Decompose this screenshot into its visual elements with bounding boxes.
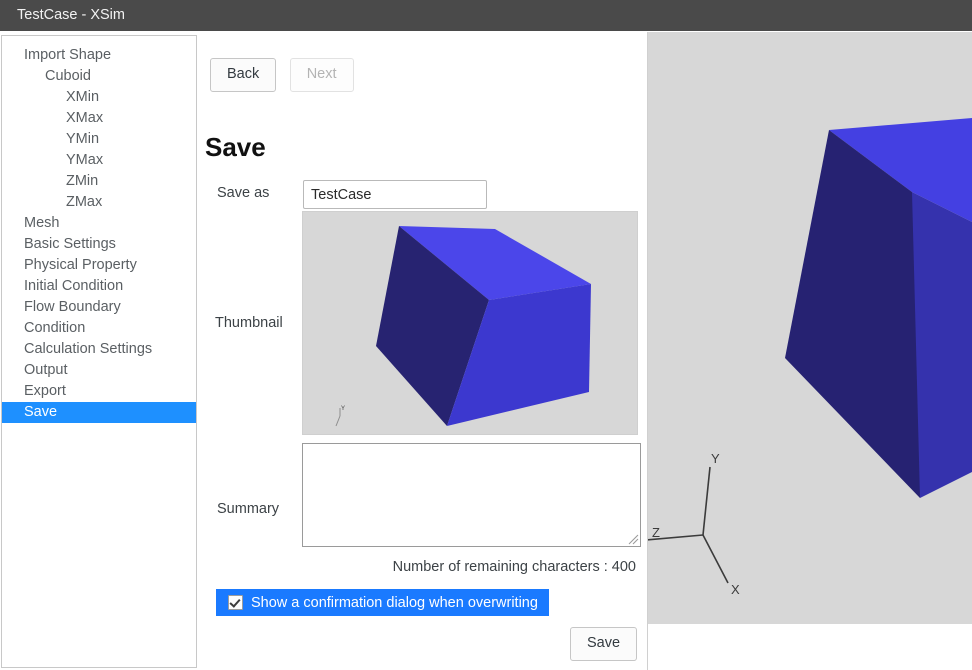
back-button[interactable]: Back [210,58,277,92]
viewport-axis-label-x: X [731,582,740,597]
sidebar-item-ymax[interactable]: YMax [2,150,196,171]
next-button[interactable]: Next [289,58,354,92]
thumbnail-axis-indicator: Y [335,406,345,427]
window-titlebar: TestCase - XSim [0,0,972,31]
sidebar-item-zmin[interactable]: ZMin [2,171,196,192]
viewport-cube-right-face [912,192,972,498]
sidebar-item-xmax[interactable]: XMax [2,108,196,129]
sidebar-item-initial-condition[interactable]: Initial Condition [2,276,196,297]
sidebar-item-flow-boundary[interactable]: Flow Boundary [2,297,196,318]
remaining-characters-text: Number of remaining characters : 400 [392,559,636,575]
sidebar-item-save[interactable]: Save [2,402,196,423]
sidebar-item-condition[interactable]: Condition [2,318,196,339]
sidebar-navigation[interactable]: Import Shape Cuboid XMin XMax YMin YMax ZMin ZM… [1,35,197,668]
wizard-navigation-buttons: Back Next [210,58,354,92]
viewport-render: Y Z X [648,118,972,597]
save-as-label: Save as [217,185,270,201]
sidebar-item-calculation-settings[interactable]: Calculation Settings [2,339,196,360]
viewport-axis-label-z: Z [652,525,660,540]
sidebar-item-zmax[interactable]: ZMax [2,192,196,213]
sidebar-item-xmin[interactable]: XMin [2,87,196,108]
show-confirmation-dialog-label: Show a confirmation dialog when overwrit… [251,594,538,611]
viewport-axis-label-y: Y [711,451,720,466]
sidebar-item-physical-property[interactable]: Physical Property [2,255,196,276]
3d-viewport[interactable]: Y Z X [648,32,972,624]
thumbnail-label: Thumbnail [215,315,283,331]
sidebar-item-mesh[interactable]: Mesh [2,213,196,234]
summary-textarea[interactable] [302,443,641,547]
sidebar-item-output[interactable]: Output [2,360,196,381]
summary-label: Summary [217,501,280,517]
show-confirmation-dialog-checkbox[interactable] [228,595,243,610]
page-title: Save [205,132,266,162]
save-as-input[interactable] [303,180,487,209]
main-content-panel: Back Next Save Save as Thumbnail Y [198,32,648,670]
thumbnail-axis-label-y: Y [341,406,345,412]
show-confirmation-dialog-row[interactable]: Show a confirmation dialog when overwrit… [216,589,549,616]
save-button[interactable]: Save [570,627,638,661]
sidebar-item-ymin[interactable]: YMin [2,129,196,150]
sidebar-item-basic-settings[interactable]: Basic Settings [2,234,196,255]
application-window: TestCase - XSim Import Shape Cuboid XMin XM… [0,0,972,670]
sidebar-item-cuboid[interactable]: Cuboid [2,66,196,87]
sidebar-item-import-shape[interactable]: Import Shape [2,45,196,66]
thumbnail-cube-render: Y [335,226,591,427]
sidebar-item-list: Import Shape Cuboid XMin XMax YMin YMax ZMin ZM… [2,36,196,423]
thumbnail-preview[interactable]: Y [302,211,638,435]
window-title: TestCase - XSim [17,7,125,23]
sidebar-item-export[interactable]: Export [2,381,196,402]
viewport-axis-indicator: Y Z X [648,451,740,597]
